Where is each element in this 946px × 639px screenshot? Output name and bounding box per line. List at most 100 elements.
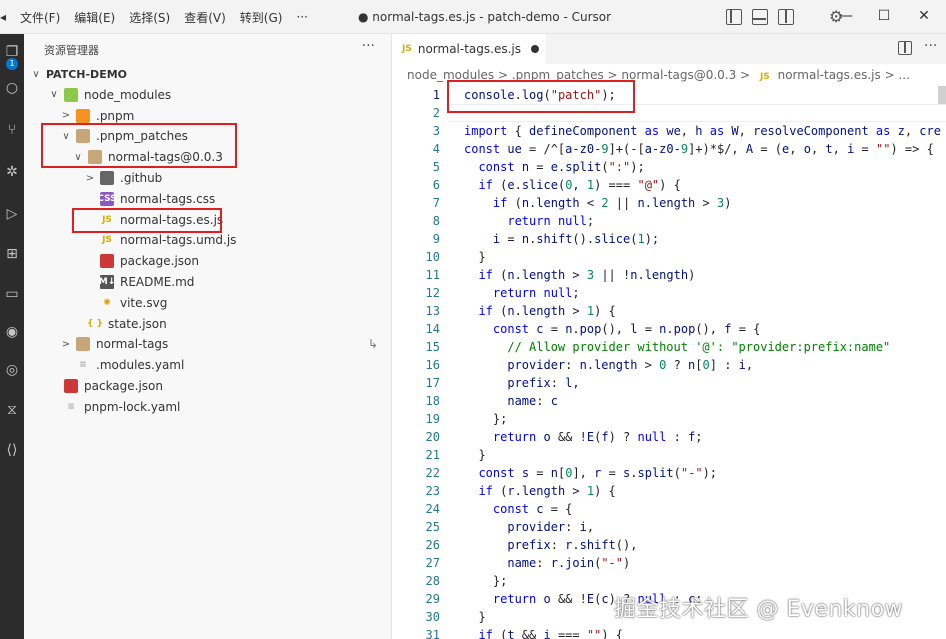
menu-go[interactable]: 转到(G) [240,9,283,26]
editor-tab-bar: JS normal-tags.es.js ··· [392,34,946,64]
code-line[interactable]: 10 } [392,248,946,266]
tree-item[interactable]: JS normal-tags.es.js [24,210,392,230]
code-line[interactable]: 21 } [392,446,946,464]
line-number: 7 [432,196,440,210]
bracket-icon[interactable]: ⟨⟩ [2,440,22,460]
source-control-icon[interactable]: ⑂ [2,120,22,140]
code-line[interactable]: 16 provider: n.length > 0 ? n[0] : i, [392,356,946,374]
tree-item[interactable]: JS normal-tags.umd.js [24,230,392,250]
minimize-button[interactable]: — [836,6,856,26]
tree-item[interactable]: > .github [24,168,392,188]
code-line[interactable]: 6 if (e.slice(0, 1) === "@") { [392,176,946,194]
unsaved-dot-icon[interactable] [531,45,539,53]
explorer-more-icon[interactable]: ··· [362,38,375,54]
code-line[interactable]: 11 if (n.length > 3 || !n.length) [392,266,946,284]
code-line[interactable]: 4 const ue = /^[a-z0-9]+(-[a-z0-9]+)*$/, … [392,140,946,158]
code-line[interactable]: 13 if (n.length > 1) { [392,302,946,320]
search-icon[interactable]: ○ [2,78,22,98]
menu-edit[interactable]: 编辑(E) [74,9,115,26]
tree-item[interactable]: ∨ .pnpm_patches [24,126,392,146]
code-line[interactable]: 15 // Allow provider without '@': "provi… [392,338,946,356]
run-icon[interactable]: ▷ [2,204,22,224]
tree-item[interactable]: ≡ .modules.yaml [24,355,392,375]
toggle-panel-icon[interactable] [752,9,768,25]
menu-more[interactable]: ··· [296,10,307,24]
code-line[interactable]: 2 [392,104,946,122]
breadcrumb-path[interactable]: node_modules > .pnpm_patches > normal-ta… [407,68,750,82]
tree-item[interactable]: ∨ node_modules [24,85,392,105]
tree-item-label: PATCH-DEMO [46,67,128,81]
test-icon[interactable]: ⧖ [2,400,22,420]
docker-icon[interactable]: ◎ [2,360,22,380]
code-line[interactable]: 31 if (t && i === "") { [392,626,946,639]
folder-icon[interactable]: ▭ [2,284,22,304]
chevron-icon[interactable]: > [60,339,72,350]
code-line[interactable]: 19 }; [392,410,946,428]
code-line[interactable]: 1 console.log("patch"); [392,86,946,104]
npm-file-icon [64,379,78,393]
tree-item[interactable]: { } state.json [24,314,392,334]
maximize-button[interactable]: ☐ [874,6,894,26]
code-line[interactable]: 14 const c = n.pop(), l = n.pop(), f = { [392,320,946,338]
line-number: 17 [425,376,440,390]
split-editor-icon[interactable] [898,41,912,55]
code-text: import { defineComponent as we, h as W, … [464,124,941,138]
code-line[interactable]: 3 import { defineComponent as we, h as W,… [392,122,946,140]
toggle-secondary-sidebar-icon[interactable] [778,9,794,25]
editor-more-icon[interactable]: ··· [924,38,937,54]
md-file-icon: M↓ [98,275,116,289]
code-line[interactable]: 24 const c = { [392,500,946,518]
debug-icon[interactable]: ✲ [2,162,22,182]
code-line[interactable]: 22 const s = n[0], r = s.split("-"); [392,464,946,482]
tree-item[interactable]: > .pnpm [24,106,392,126]
tree-item[interactable]: package.json [24,251,392,271]
code-text: }; [464,574,508,588]
tree-item-label: pnpm-lock.yaml [84,399,181,414]
chevron-icon[interactable]: > [60,110,72,121]
code-line[interactable]: 28 }; [392,572,946,590]
toggle-sidebar-icon[interactable] [726,9,742,25]
tree-item[interactable]: package.json [24,376,392,396]
extensions-icon[interactable]: ⊞ [2,244,22,264]
code-line[interactable]: 17 prefix: l, [392,374,946,392]
code-text: } [464,250,486,264]
breadcrumb-file[interactable]: normal-tags.es.js > ... [778,68,910,82]
code-line[interactable]: 8 return null; [392,212,946,230]
tree-item[interactable]: > normal-tags ↳ [24,334,392,354]
menu-selection[interactable]: 选择(S) [129,9,170,26]
chevron-icon[interactable]: ∨ [72,152,84,163]
tree-item[interactable]: ∨ PATCH-DEMO [24,64,392,84]
code-line[interactable]: 12 return null; [392,284,946,302]
code-line[interactable]: 7 if (n.length < 2 || n.length > 3) [392,194,946,212]
tree-item-label: .pnpm_patches [96,129,188,144]
close-button[interactable]: ✕ [914,6,934,26]
tree-item[interactable]: ≡ pnpm-lock.yaml [24,397,392,417]
chevron-icon[interactable]: ∨ [60,131,72,142]
tree-item[interactable]: ∨ normal-tags@0.0.3 [24,147,392,167]
chevron-icon[interactable]: ∨ [30,69,42,80]
chevron-icon[interactable]: ∨ [48,89,60,100]
folder-file-icon [76,129,90,144]
chevron-icon[interactable]: > [84,173,96,184]
remote-icon[interactable]: ◉ [2,322,22,342]
tree-item[interactable]: M↓ README.md [24,272,392,292]
code-line[interactable]: 9 i = n.shift().slice(1); [392,230,946,248]
menu-view[interactable]: 查看(V) [184,9,226,26]
scrollbar-thumb[interactable] [938,86,946,104]
code-line[interactable]: 25 provider: i, [392,518,946,536]
code-line[interactable]: 18 name: c [392,392,946,410]
tree-item[interactable]: ✺ vite.svg [24,293,392,313]
editor-tab-active[interactable]: JS normal-tags.es.js [392,34,546,64]
code-text: if (r.length > 1) { [478,484,616,498]
code-line[interactable]: 20 return o && !E(f) ? null : f; [392,428,946,446]
code-text: if (n.length > 3 || !n.length) [478,268,696,282]
js-file-icon: JS [102,235,112,246]
code-line[interactable]: 5 const n = e.split(":"); [392,158,946,176]
code-text: return o && !E(f) ? null : f; [492,430,703,444]
menu-file[interactable]: 文件(F) [20,9,60,26]
code-line[interactable]: 23 if (r.length > 1) { [392,482,946,500]
tree-item[interactable]: CSS normal-tags.css [24,189,392,209]
code-line[interactable]: 27 name: r.join("-") [392,554,946,572]
code-text: prefix: r.shift(), [507,538,638,552]
code-line[interactable]: 26 prefix: r.shift(), [392,536,946,554]
